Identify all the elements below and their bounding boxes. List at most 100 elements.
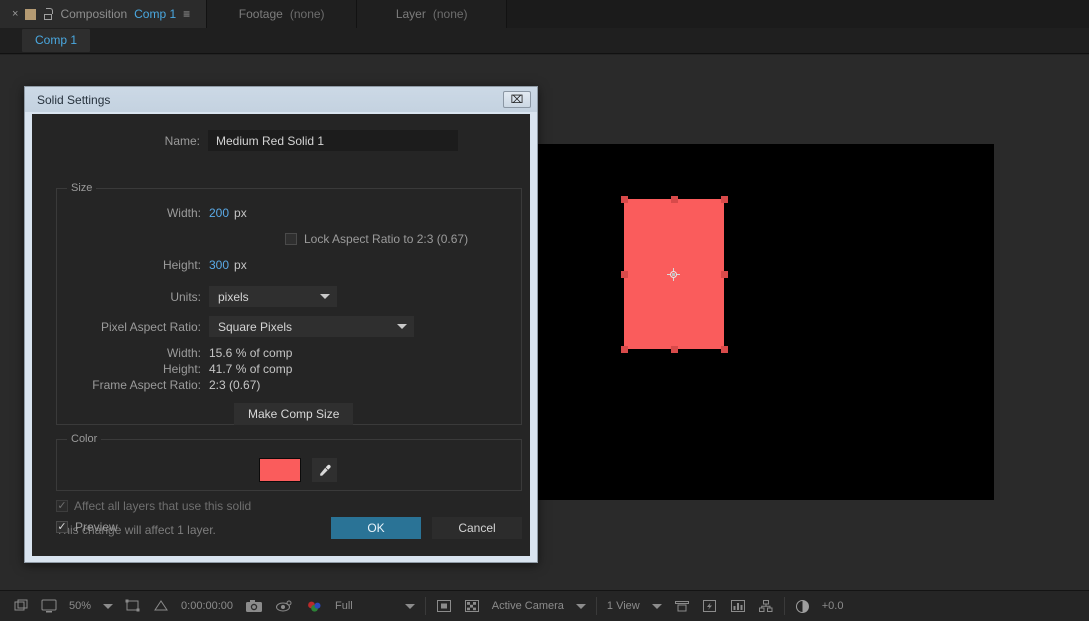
view-count-caret[interactable] (646, 596, 668, 617)
panel-tab-bar: × Composition Comp 1 ≡ Footage (none) La… (0, 0, 1089, 28)
zoom-level-value: 50% (69, 600, 91, 612)
name-input[interactable] (208, 130, 458, 151)
zoom-level-selector[interactable]: 50% (63, 596, 97, 617)
comp-canvas[interactable] (536, 144, 994, 500)
camera-selector[interactable]: Active Camera (486, 596, 570, 617)
resolution-selector[interactable]: Full (329, 596, 359, 617)
tab-layer[interactable]: Layer (none) (357, 0, 507, 28)
color-group-legend: Color (67, 433, 101, 445)
exposure-value-field[interactable]: +0.0 (816, 596, 850, 617)
mask-paths-button[interactable] (147, 596, 175, 617)
chevron-down-icon (652, 604, 662, 609)
height-unit: px (234, 258, 247, 272)
after-effects-window: × Composition Comp 1 ≡ Footage (none) La… (0, 0, 1089, 621)
timecode-value: 0:00:00:00 (181, 600, 233, 612)
comp-flowchart-icon (758, 599, 774, 614)
solid-settings-dialog: Solid Settings ⌧ Name: Size Width: 200 p… (24, 86, 538, 563)
camera-caret[interactable] (570, 596, 592, 617)
channels-button[interactable] (299, 596, 329, 617)
zoom-level-caret[interactable] (97, 596, 119, 617)
exposure-icon (795, 599, 810, 614)
frame-aspect-ratio-row: Frame Aspect Ratio: 2:3 (0.67) (57, 378, 260, 392)
dialog-body: Name: Size Width: 200 px Lock Aspect Rat… (32, 114, 530, 556)
camera-value: Active Camera (492, 600, 564, 612)
lock-icon[interactable] (43, 8, 53, 20)
color-swatch[interactable] (259, 458, 301, 482)
panel-menu-icon[interactable]: ≡ (183, 8, 194, 20)
lock-aspect-ratio-checkbox[interactable] (285, 233, 297, 245)
selection-handle-tr[interactable] (721, 196, 728, 203)
region-of-interest-button[interactable] (119, 596, 147, 617)
comp-tab-comp-1[interactable]: Comp 1 (22, 29, 90, 52)
chevron-down-icon (576, 604, 586, 609)
units-row: Units: pixels (57, 286, 337, 307)
comp-flowchart-button[interactable] (752, 596, 780, 617)
selection-handle-bc[interactable] (671, 346, 678, 353)
exposure-reset-button[interactable] (789, 596, 816, 617)
close-icon[interactable]: ⌧ (503, 91, 531, 108)
fast-previews-button[interactable] (696, 596, 724, 617)
resolution-caret[interactable] (359, 596, 421, 617)
percent-height-label: Height: (57, 362, 201, 376)
height-value[interactable]: 300 (209, 258, 229, 272)
composition-color-swatch-icon (25, 9, 36, 20)
anchor-point-icon[interactable] (667, 268, 680, 281)
units-value: pixels (218, 290, 249, 304)
pixel-aspect-ratio-dropdown[interactable]: Square Pixels (209, 316, 414, 337)
channels-icon (305, 599, 323, 614)
ok-button[interactable]: OK (331, 517, 421, 539)
eyedropper-button[interactable] (312, 458, 337, 482)
pixel-aspect-ratio-label: Pixel Aspect Ratio: (57, 320, 201, 334)
width-label: Width: (57, 206, 201, 220)
tab-composition-prefix: Composition (60, 7, 127, 21)
selection-handle-br[interactable] (721, 346, 728, 353)
preview-row: Preview (56, 520, 118, 534)
timeline-view-button[interactable] (668, 596, 696, 617)
pixel-aspect-ratio-row: Pixel Aspect Ratio: Square Pixels (57, 316, 414, 337)
fast-previews-icon (702, 599, 718, 614)
pixel-aspect-ratio-value: Square Pixels (218, 320, 292, 334)
name-label: Name: (32, 134, 200, 148)
renderer-options-button[interactable] (724, 596, 752, 617)
selection-handle-mr[interactable] (721, 271, 728, 278)
height-row: Height: 300 px (57, 258, 247, 272)
percent-width-row: Width: 15.6 % of comp (57, 346, 292, 360)
name-row: Name: (32, 130, 530, 151)
selection-handle-tc[interactable] (671, 196, 678, 203)
current-time-display[interactable]: 0:00:00:00 (175, 596, 239, 617)
make-comp-size-button[interactable]: Make Comp Size (234, 403, 353, 425)
chevron-down-icon (397, 324, 407, 329)
checkerboard-icon (464, 599, 480, 614)
view-count-value: 1 View (607, 600, 640, 612)
tab-footage-label: Footage (239, 7, 283, 21)
percent-height-value: 41.7 % of comp (209, 362, 292, 376)
frame-aspect-ratio-label: Frame Aspect Ratio: (57, 378, 201, 392)
close-icon[interactable]: × (12, 9, 18, 20)
units-dropdown[interactable]: pixels (209, 286, 337, 307)
width-value[interactable]: 200 (209, 206, 229, 220)
chevron-down-icon (320, 294, 330, 299)
selection-handle-bl[interactable] (621, 346, 628, 353)
frame-aspect-ratio-value: 2:3 (0.67) (209, 378, 260, 392)
snapshot-button[interactable] (239, 596, 269, 617)
divider (784, 597, 785, 615)
view-count-selector[interactable]: 1 View (601, 596, 646, 617)
transparency-grid-button[interactable] (458, 596, 486, 617)
always-preview-button[interactable] (8, 596, 35, 617)
show-snapshot-icon (275, 599, 293, 614)
preview-checkbox[interactable] (56, 521, 68, 533)
lock-aspect-ratio-row: Lock Aspect Ratio to 2:3 (0.67) (285, 232, 468, 246)
monitor-button[interactable] (35, 596, 63, 617)
always-preview-icon (14, 599, 29, 614)
divider (425, 597, 426, 615)
alpha-boundaries-icon (436, 599, 452, 614)
tab-footage-state: (none) (290, 7, 325, 21)
mask-paths-icon (153, 599, 169, 614)
selection-handle-tl[interactable] (621, 196, 628, 203)
tab-footage[interactable]: Footage (none) (207, 0, 357, 28)
show-snapshot-button[interactable] (269, 596, 299, 617)
alpha-boundaries-button[interactable] (430, 596, 458, 617)
cancel-button[interactable]: Cancel (432, 517, 522, 539)
tab-composition[interactable]: × Composition Comp 1 ≡ (0, 0, 207, 28)
selection-handle-ml[interactable] (621, 271, 628, 278)
